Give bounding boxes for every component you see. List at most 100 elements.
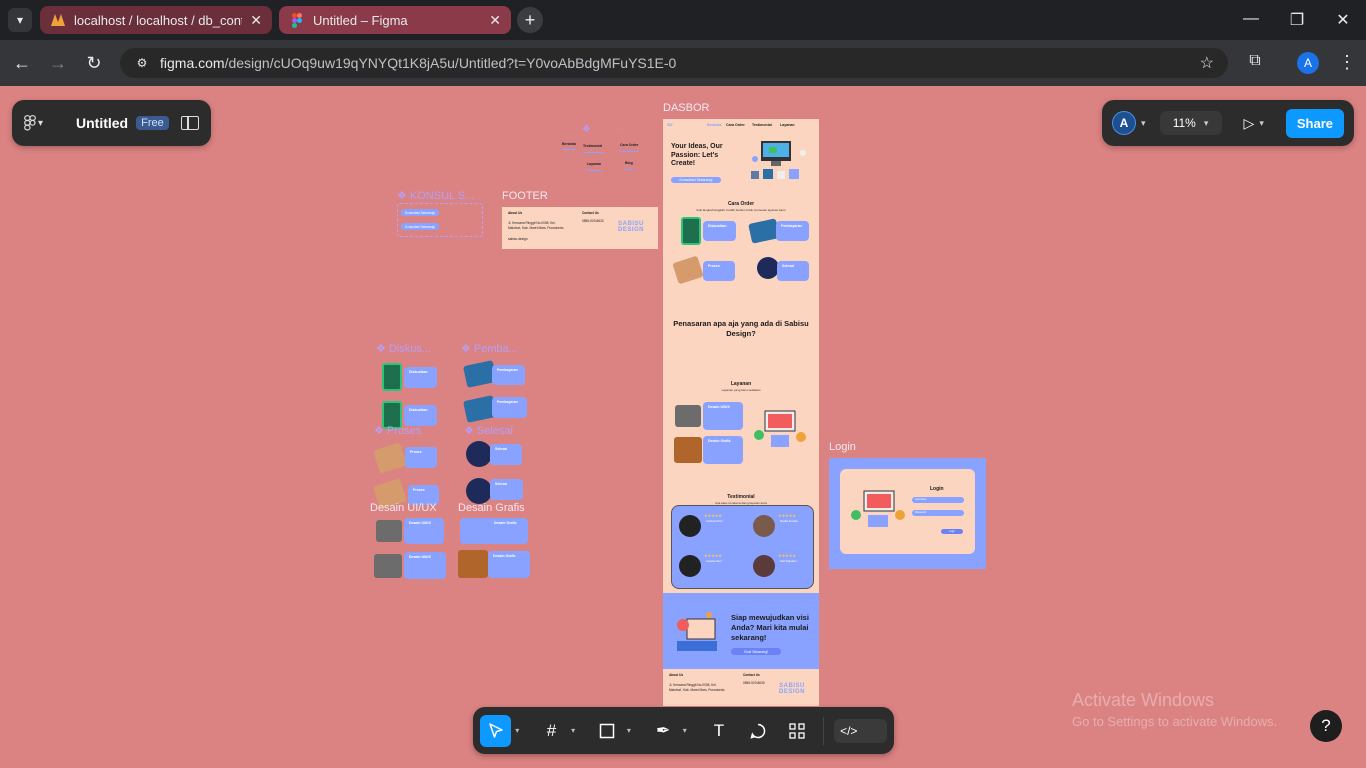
text-tool-icon[interactable]: T	[703, 715, 734, 747]
file-name[interactable]: Untitled	[76, 115, 128, 131]
konsul-button-variants[interactable]: Konsultasi Sekarang! Konsultasi Sekarang…	[397, 203, 483, 237]
login-card: Login Username Password Login	[840, 469, 975, 554]
actions-tool-icon[interactable]	[782, 715, 813, 747]
tab-search-button[interactable]: ▾	[8, 8, 32, 32]
tab-figma[interactable]: Untitled – Figma ✕	[279, 6, 511, 34]
figma-main-menu[interactable]: ▾	[24, 115, 50, 131]
chevron-down-icon[interactable]: ▾	[623, 726, 648, 735]
restore-icon[interactable]: ❐	[1287, 10, 1307, 30]
hero-consult-button[interactable]: Konsultasi Sekarang!	[671, 177, 721, 183]
testimonial-avatar	[679, 555, 701, 577]
component-label-konsul[interactable]: ❖ KONSUL S...	[397, 189, 474, 202]
diskusi-card: Diskusikan	[404, 367, 437, 388]
password-field[interactable]: Password	[912, 510, 964, 516]
laptop-illustration	[672, 255, 704, 285]
zoom-dropdown[interactable]: 11% ▾	[1159, 111, 1222, 135]
step-card-selesai: Selesai	[777, 261, 809, 281]
comment-tool-icon[interactable]	[743, 715, 774, 747]
nav-layanan[interactable]: Layanan	[780, 123, 795, 127]
close-icon[interactable]: ✕	[489, 12, 501, 29]
nav-underline	[587, 170, 602, 171]
konsul-button: Konsultasi Sekarang!	[401, 209, 440, 216]
close-icon[interactable]: ✕	[250, 12, 262, 29]
dev-mode-toggle[interactable]: </>	[834, 718, 887, 743]
chevron-down-icon[interactable]: ▾	[1259, 118, 1264, 129]
login-illustration	[851, 490, 905, 527]
login-frame[interactable]: Login Username Password Login	[829, 458, 986, 569]
nav-beranda: Beranda	[562, 142, 577, 146]
frame-label-footer[interactable]: FOOTER	[502, 190, 548, 202]
chevron-down-icon[interactable]: ▾	[1141, 118, 1146, 129]
phone-chat-illustration	[681, 217, 701, 245]
uiux-photo	[376, 520, 402, 542]
toggle-sidebar-icon[interactable]	[181, 116, 199, 130]
site-settings-icon[interactable]: ⚙	[134, 55, 150, 71]
new-tab-button[interactable]: +	[517, 7, 543, 33]
minimize-icon[interactable]: —	[1241, 10, 1261, 28]
layanan-card-uiux: Desain UI/UX	[703, 402, 743, 430]
window-close-icon[interactable]: ✕	[1333, 10, 1353, 30]
present-play-icon[interactable]: ▷	[1244, 115, 1255, 132]
cta-chat-button[interactable]: Chat Sekarang!	[731, 648, 781, 655]
reload-icon[interactable]: ↻	[83, 52, 105, 74]
nav-cara-order[interactable]: Cara Order	[726, 123, 745, 127]
address-bar[interactable]: ⚙ figma.com/design/cUOq9uw19qYNYQt1K8jA5…	[120, 48, 1228, 78]
bookmark-star-icon[interactable]: ☆	[1200, 53, 1214, 73]
url-text: figma.com/design/cUOq9uw19qYNYQt1K8jA5u/…	[160, 55, 677, 71]
pen-tool-icon[interactable]: ✒	[647, 715, 678, 747]
frame-label-dasbor[interactable]: DASBOR	[663, 102, 709, 114]
nav-component-set[interactable]: ··· ❖ ··· Beranda Testimonial Cara Order…	[556, 124, 646, 174]
component-label-proses[interactable]: ❖ Proses	[374, 424, 421, 437]
figma-file-panel: ▾ Untitled Free	[12, 100, 211, 146]
forward-icon[interactable]: →	[47, 52, 69, 74]
component-label-diskusi[interactable]: ❖ Diskus...	[376, 342, 431, 355]
rectangle-tool-icon[interactable]	[592, 715, 623, 747]
chevron-down-icon[interactable]: ▾	[567, 726, 592, 735]
nav-underline	[583, 152, 603, 153]
chevron-down-icon[interactable]: ▾	[511, 726, 536, 735]
component-label-pembayaran[interactable]: ❖ Pemba...	[461, 342, 518, 355]
component-label-desain-grafis[interactable]: Desain Grafis	[458, 502, 525, 514]
hero-section: SD Beranda Cara Order Testimonial Layana…	[663, 119, 819, 191]
nav-testimonial[interactable]: Testimonial	[752, 123, 772, 127]
nav-beranda[interactable]: Beranda	[707, 123, 721, 127]
user-avatar[interactable]: A	[1112, 111, 1136, 135]
step-card-proses: Proses	[703, 261, 735, 281]
dasbor-frame[interactable]: SD Beranda Cara Order Testimonial Layana…	[663, 119, 819, 706]
component-label-desain-uiux[interactable]: Desain UI/UX	[370, 502, 437, 514]
layanan-subtitle: Layanan yang kami sediakan	[721, 388, 761, 392]
figma-logo-icon	[24, 115, 36, 131]
cara-order-title: Cara Order	[727, 201, 755, 207]
cta-heading: Siap mewujudkan visi Anda? Mari kita mul…	[731, 613, 809, 642]
browser-menu-icon[interactable]: ⋮	[1338, 52, 1356, 73]
tab-localhost[interactable]: localhost / localhost / db_conta ✕	[40, 6, 272, 34]
login-button[interactable]: Login	[941, 529, 963, 534]
help-button[interactable]: ?	[1310, 710, 1342, 742]
selesai-card: Selesai	[490, 444, 522, 465]
component-label-selesai[interactable]: ❖ Selesai	[464, 424, 513, 437]
rating-stars: ★★★★★	[704, 553, 722, 558]
extensions-icon[interactable]: ⧉	[1244, 52, 1266, 70]
login-title: Login	[930, 486, 944, 492]
layanan-title: Layanan	[730, 381, 752, 387]
frame-label-login[interactable]: Login	[829, 441, 856, 453]
plan-badge[interactable]: Free	[136, 116, 169, 130]
back-icon[interactable]: ←	[11, 52, 33, 74]
footer-frame[interactable]: About Us Jl. Kencana Ringgit No.0008, Ke…	[502, 207, 658, 249]
penasaran-heading: Penasaran apa aja yang ada di Sabisu Des…	[673, 319, 809, 338]
grafis-photo	[674, 437, 702, 463]
step-card-pembayaran: Pembayaran	[776, 221, 809, 241]
konsul-button: Konsultasi Sekarang!	[401, 223, 440, 230]
logo-icon: SD	[667, 122, 673, 127]
rating-stars: ★★★★★	[778, 513, 796, 518]
chevron-down-icon: ▾	[1203, 117, 1209, 128]
move-tool-icon[interactable]	[480, 714, 512, 747]
share-button[interactable]: Share	[1285, 108, 1344, 138]
profile-avatar[interactable]: A	[1297, 52, 1319, 74]
chevron-down-icon[interactable]: ▾	[679, 726, 704, 735]
layanan-card-grafis: Desain Grafis	[703, 436, 743, 464]
phpmyadmin-icon	[50, 12, 66, 28]
testimonial-name: Aurelia Sari	[706, 559, 722, 563]
username-field[interactable]: Username	[912, 497, 964, 503]
frame-tool-icon[interactable]: #	[536, 715, 567, 747]
